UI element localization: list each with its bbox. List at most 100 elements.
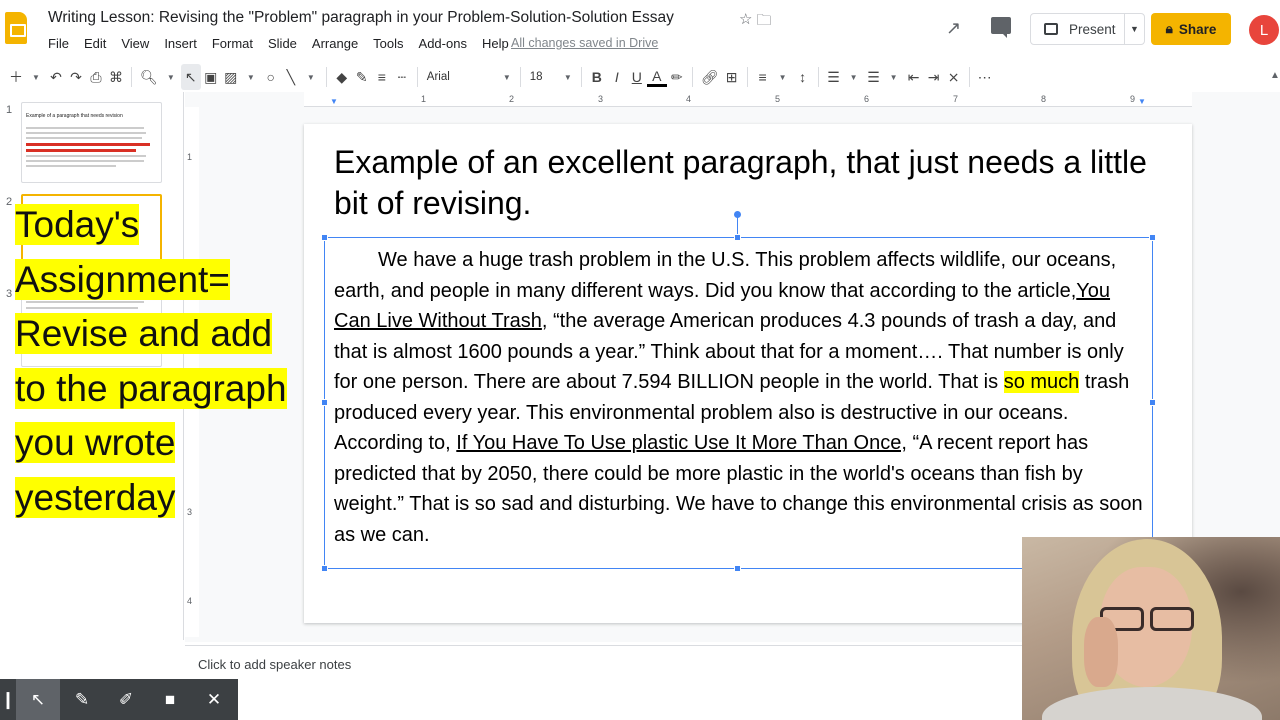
line-dropdown-icon[interactable]: ▼: [301, 64, 321, 90]
paragraph-text[interactable]: We have a huge trash problem in the U.S.…: [334, 245, 1144, 550]
line-icon[interactable]: ╲: [281, 64, 301, 90]
menu-format[interactable]: Format: [212, 36, 253, 51]
border-color-icon[interactable]: ✎: [352, 64, 372, 90]
image-icon[interactable]: ▨: [221, 64, 241, 90]
close-icon[interactable]: ✕: [192, 679, 236, 720]
share-button[interactable]: 🔒︎ Share: [1151, 13, 1231, 45]
menu-view[interactable]: View: [121, 36, 149, 51]
right-indent-marker[interactable]: ▼: [1138, 97, 1146, 106]
undo-icon[interactable]: ↶: [46, 64, 66, 90]
font-size-value: 18: [529, 71, 543, 83]
speaker-notes-placeholder[interactable]: Click to add speaker notes: [198, 657, 351, 672]
highlighter-icon[interactable]: ✐: [104, 679, 148, 720]
font-select[interactable]: Arial ▼: [423, 64, 515, 90]
drag-handle-icon[interactable]: ❙: [0, 679, 16, 720]
present-icon: [1044, 23, 1058, 35]
activity-dashboard-icon[interactable]: ↗: [946, 18, 961, 39]
font-size-select[interactable]: 18 ▼: [526, 64, 576, 90]
annotation-toolbar: ❙ ↖ ✎ ✐ ■ ✕: [0, 679, 238, 720]
select-tool-icon[interactable]: ↖: [180, 64, 201, 90]
ruler-tick: 1: [421, 94, 427, 104]
font-dropdown-icon: ▼: [502, 72, 511, 82]
resize-handle-w[interactable]: [321, 399, 328, 406]
menu-tools[interactable]: Tools: [373, 36, 403, 51]
move-to-folder-icon[interactable]: 🗀: [756, 10, 771, 35]
comment-history-icon[interactable]: [991, 17, 1011, 38]
decrease-indent-icon[interactable]: ⇤: [904, 64, 924, 90]
horizontal-ruler[interactable]: 1 2 3 4 5 6 7 8 9 ▼ ▼: [304, 92, 1192, 107]
thumbnail-highlight: [26, 143, 150, 146]
redo-icon[interactable]: ↷: [66, 64, 86, 90]
menu-insert[interactable]: Insert: [164, 36, 197, 51]
shape-icon[interactable]: ○: [261, 64, 281, 90]
ruler-tick: 4: [187, 596, 193, 606]
fill-color-icon[interactable]: ◆: [332, 64, 352, 90]
left-indent-marker[interactable]: ▼: [330, 97, 338, 106]
underline-icon[interactable]: U: [627, 64, 647, 90]
more-icon[interactable]: ⋯: [975, 64, 995, 90]
star-icon[interactable]: ☆: [739, 10, 752, 35]
clear-formatting-icon[interactable]: ⨯: [944, 64, 964, 90]
thumbnail-line: [26, 160, 144, 162]
assignment-line: Revise and add: [15, 313, 273, 354]
increase-indent-icon[interactable]: ⇥: [924, 64, 944, 90]
slide-title[interactable]: Example of an excellent paragraph, that …: [334, 142, 1154, 224]
line-spacing-icon[interactable]: ↕: [793, 64, 813, 90]
ruler-tick: 3: [598, 94, 604, 104]
resize-handle-s[interactable]: [734, 565, 741, 572]
resize-handle-sw[interactable]: [321, 565, 328, 572]
align-icon[interactable]: ≡: [753, 64, 773, 90]
present-dropdown-icon[interactable]: ▼: [1124, 14, 1144, 44]
camera-icon[interactable]: ■: [148, 679, 192, 720]
assignment-line: yesterday: [15, 476, 176, 518]
print-icon[interactable]: ⎙: [86, 64, 106, 90]
image-dropdown-icon[interactable]: ▼: [241, 64, 261, 90]
slide-number: 2: [6, 196, 13, 208]
present-button[interactable]: Present ▼: [1030, 13, 1145, 45]
ruler-tick: 8: [1041, 94, 1047, 104]
bold-icon[interactable]: B: [587, 64, 607, 90]
slides-logo-icon[interactable]: [5, 12, 27, 44]
italic-icon[interactable]: I: [607, 64, 627, 90]
insert-link-icon[interactable]: 🔗︎: [698, 64, 722, 90]
document-title[interactable]: Writing Lesson: Revising the "Problem" p…: [48, 9, 674, 27]
slide-thumbnail-1[interactable]: Example of a paragraph that needs revisi…: [21, 102, 162, 183]
bulleted-list-icon[interactable]: ☰: [864, 64, 884, 90]
menu-help[interactable]: Help: [482, 36, 509, 51]
numbered-list-dropdown-icon[interactable]: ▼: [844, 64, 864, 90]
menu-slide[interactable]: Slide: [268, 36, 297, 51]
add-comment-icon[interactable]: ⊞: [722, 64, 742, 90]
text-box-icon[interactable]: ▣: [201, 64, 221, 90]
new-slide-icon[interactable]: ＋: [6, 64, 26, 90]
account-avatar[interactable]: L: [1249, 15, 1279, 45]
pointer-icon[interactable]: ↖: [16, 679, 60, 720]
toolbar-divider: [325, 67, 327, 87]
toolbar-divider: [968, 67, 970, 87]
border-weight-icon[interactable]: ≡: [372, 64, 392, 90]
resize-handle-n[interactable]: [734, 234, 741, 241]
menu-addons[interactable]: Add-ons: [419, 36, 467, 51]
assignment-overlay: Today's Assignment= Revise and add to th…: [15, 198, 315, 525]
menu-edit[interactable]: Edit: [84, 36, 106, 51]
numbered-list-icon[interactable]: ☰: [824, 64, 844, 90]
resize-handle-e[interactable]: [1149, 399, 1156, 406]
app-header: Writing Lesson: Revising the "Problem" p…: [0, 0, 1280, 60]
border-dash-icon[interactable]: ┄: [392, 64, 412, 90]
ruler-tick: 1: [187, 152, 193, 162]
new-slide-dropdown-icon[interactable]: ▼: [26, 64, 46, 90]
bulleted-list-dropdown-icon[interactable]: ▼: [884, 64, 904, 90]
highlight-color-icon[interactable]: ✏: [667, 64, 687, 90]
text-color-icon[interactable]: A: [646, 67, 667, 87]
resize-handle-ne[interactable]: [1149, 234, 1156, 241]
menu-file[interactable]: File: [48, 36, 69, 51]
zoom-icon[interactable]: 🔍︎: [137, 64, 161, 90]
resize-handle-nw[interactable]: [321, 234, 328, 241]
save-status[interactable]: All changes saved in Drive: [511, 36, 658, 50]
paint-format-icon[interactable]: ⌘: [106, 64, 126, 90]
zoom-dropdown-icon[interactable]: ▼: [161, 64, 181, 90]
collapse-toolbar-icon[interactable]: ▲: [1270, 70, 1280, 88]
article-link-2[interactable]: If You Have To Use plastic Use It More T…: [456, 432, 907, 454]
menu-arrange[interactable]: Arrange: [312, 36, 358, 51]
align-dropdown-icon[interactable]: ▼: [773, 64, 793, 90]
pen-icon[interactable]: ✎: [60, 679, 104, 720]
